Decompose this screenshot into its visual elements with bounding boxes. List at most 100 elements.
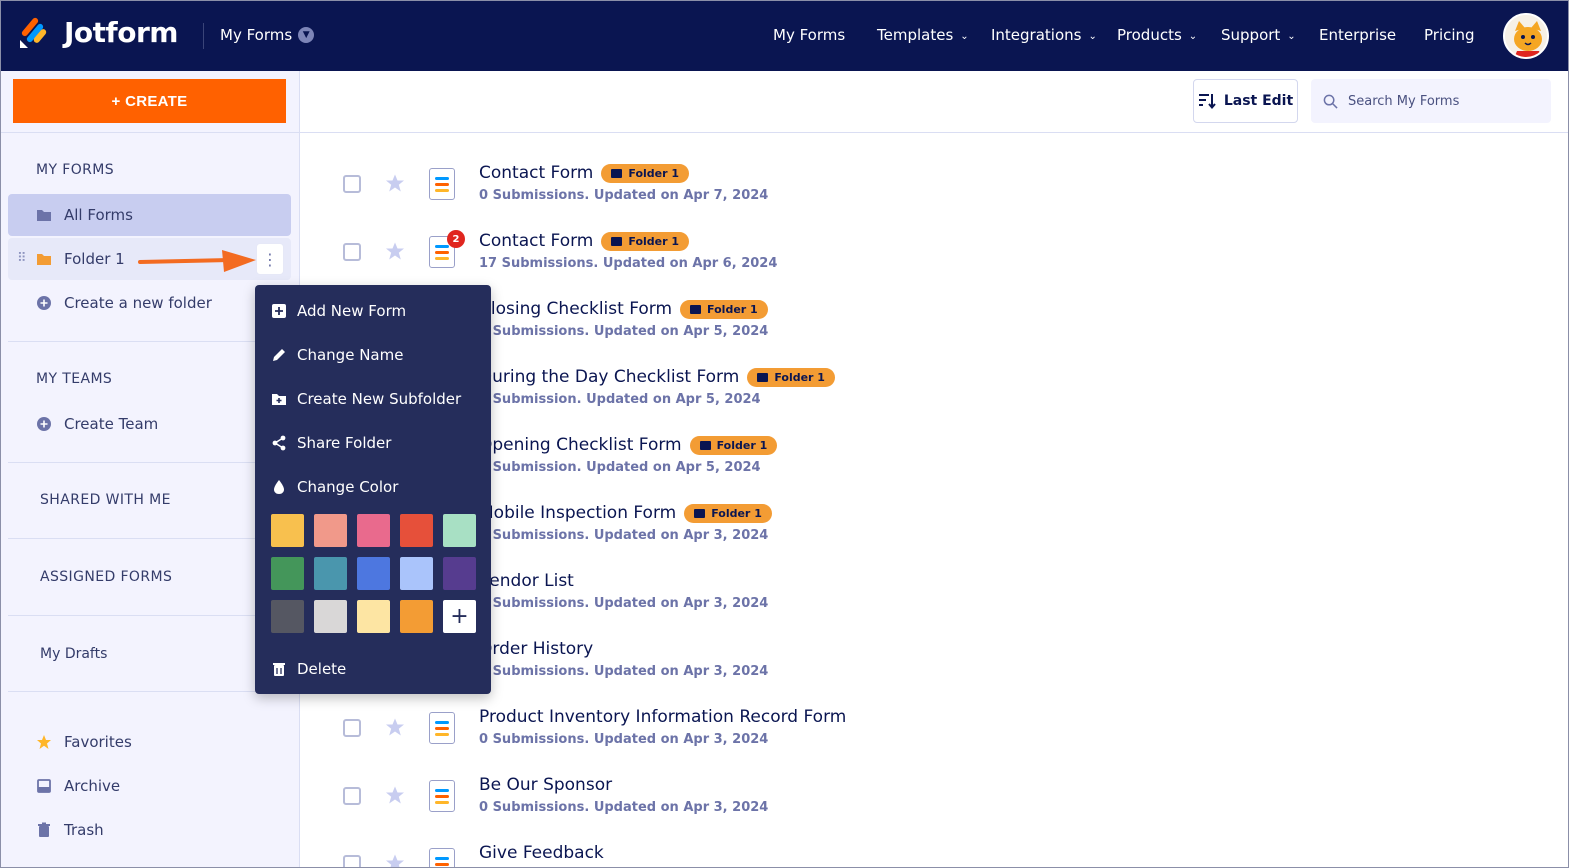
form-checkbox[interactable]	[343, 787, 361, 805]
menu-item-label: Delete	[297, 660, 347, 678]
cat-avatar-icon	[1505, 15, 1547, 57]
star-icon[interactable]	[385, 853, 405, 868]
color-swatch[interactable]	[400, 557, 433, 590]
form-title-text: Product Inventory Information Record For…	[479, 707, 847, 727]
nav-link-my-forms[interactable]: My Forms	[773, 26, 845, 44]
nav-link-enterprise[interactable]: Enterprise	[1319, 26, 1396, 44]
color-swatch[interactable]	[357, 514, 390, 547]
folder-tag[interactable]: Folder 1	[680, 299, 768, 319]
form-title[interactable]: Contact Form Folder 1	[479, 163, 690, 183]
nav-link-products[interactable]: Products ⌄	[1117, 26, 1197, 44]
color-swatch[interactable]	[314, 557, 347, 590]
color-swatch[interactable]	[400, 600, 433, 633]
sidebar-item-all-forms[interactable]: All Forms	[8, 194, 291, 236]
star-icon[interactable]	[385, 241, 405, 261]
nav-link-label: Enterprise	[1319, 26, 1397, 44]
drag-handle-icon[interactable]: ⠿	[17, 251, 26, 266]
divider	[8, 615, 291, 616]
search-icon	[1323, 94, 1338, 109]
color-swatch[interactable]	[400, 514, 433, 547]
color-swatch[interactable]	[443, 514, 476, 547]
form-title[interactable]: Contact Form Folder 1	[479, 231, 690, 251]
color-swatch[interactable]	[314, 600, 347, 633]
form-title[interactable]: Vendor List	[479, 571, 574, 591]
form-title[interactable]: Product Inventory Information Record For…	[479, 707, 846, 727]
form-meta: 0 Submissions. Updated on Apr 3, 2024	[479, 596, 769, 611]
form-title[interactable]: Order History	[479, 639, 593, 659]
form-icon	[429, 168, 455, 200]
menu-item-create-subfolder[interactable]: Create New Subfolder	[271, 387, 461, 411]
color-swatch[interactable]	[271, 600, 304, 633]
folder-plus-icon	[272, 394, 286, 405]
nav-link-support[interactable]: Support ⌄	[1221, 26, 1296, 44]
folder-icon	[611, 168, 623, 178]
nav-link-pricing[interactable]: Pricing	[1424, 26, 1475, 44]
form-checkbox[interactable]	[343, 175, 361, 193]
form-title-text: Vendor List	[479, 571, 574, 591]
menu-item-label: Change Name	[297, 346, 404, 364]
folder-options-button[interactable]: ⋮	[256, 243, 284, 275]
my-forms-heading: MY FORMS	[36, 162, 115, 178]
star-icon[interactable]	[385, 785, 405, 805]
form-title-text: Opening Checklist Form	[479, 435, 682, 455]
my-drafts-link[interactable]: My Drafts	[40, 646, 107, 662]
form-title[interactable]: Give Feedback	[479, 843, 604, 863]
folder-tag[interactable]: Folder 1	[689, 435, 778, 455]
shared-with-me-link[interactable]: SHARED WITH ME	[40, 492, 171, 508]
nav-link-integrations[interactable]: Integrations ⌄	[991, 26, 1097, 44]
menu-item-delete[interactable]: Delete	[271, 657, 346, 681]
add-form-icon	[272, 304, 286, 318]
create-button[interactable]: + CREATE	[13, 79, 286, 123]
form-meta: 0 Submissions. Updated on Apr 5, 2024	[479, 324, 769, 339]
search-box[interactable]	[1311, 79, 1551, 123]
form-row[interactable]: Product Inventory Information Record For…	[300, 696, 1569, 764]
create-folder-button[interactable]: Create a new folder	[8, 282, 291, 324]
add-color-button[interactable]: +	[443, 600, 476, 633]
menu-item-change-name[interactable]: Change Name	[271, 343, 403, 367]
color-swatch[interactable]	[443, 557, 476, 590]
color-swatch[interactable]	[271, 557, 304, 590]
archive-icon	[37, 779, 51, 793]
create-team-button[interactable]: Create Team	[8, 403, 291, 445]
star-icon[interactable]	[385, 173, 405, 193]
plus-circle-icon	[37, 296, 51, 310]
sidebar-item-trash[interactable]: Trash	[8, 809, 291, 851]
menu-item-add-new-form[interactable]: Add New Form	[271, 299, 406, 323]
form-title[interactable]: Closing Checklist Form Folder 1	[479, 299, 768, 319]
nav-link-label: Integrations	[991, 26, 1082, 44]
menu-item-change-color[interactable]: Change Color	[271, 475, 398, 499]
form-title[interactable]: During the Day Checklist Form Folder 1	[479, 367, 835, 387]
form-checkbox[interactable]	[343, 719, 361, 737]
folder-tag[interactable]: Folder 1	[684, 503, 772, 523]
color-swatch[interactable]	[271, 514, 304, 547]
menu-item-label: Add New Form	[297, 302, 407, 320]
sort-button[interactable]: Last Edit	[1193, 79, 1298, 123]
nav-link-templates[interactable]: Templates ⌄	[877, 26, 969, 44]
form-row[interactable]: Be Our Sponsor 0 Submissions. Updated on …	[300, 764, 1569, 832]
form-title[interactable]: Mobile Inspection Form Folder 1	[479, 503, 772, 523]
toolbar: Last Edit	[300, 71, 1569, 133]
folder-tag[interactable]: Folder 1	[601, 231, 690, 251]
color-swatch[interactable]	[357, 557, 390, 590]
assigned-forms-link[interactable]: ASSIGNED FORMS	[40, 569, 172, 585]
folder-tag[interactable]: Folder 1	[747, 367, 835, 387]
star-icon[interactable]	[385, 717, 405, 737]
form-title[interactable]: Be Our Sponsor	[479, 775, 612, 795]
sidebar-item-archive[interactable]: Archive	[8, 765, 291, 807]
search-input[interactable]	[1348, 93, 1528, 109]
menu-item-share-folder[interactable]: Share Folder	[271, 431, 391, 455]
chevron-down-icon: ⌄	[960, 30, 969, 42]
form-row[interactable]: Give Feedback	[300, 832, 1569, 868]
folder-icon	[694, 508, 706, 518]
form-row[interactable]: 2 Contact Form Folder 1 17 Submissions. Upd…	[300, 220, 1569, 288]
form-checkbox[interactable]	[343, 855, 361, 868]
form-title[interactable]: Opening Checklist Form Folder 1	[479, 435, 778, 455]
form-checkbox[interactable]	[343, 243, 361, 261]
color-swatch[interactable]	[314, 514, 347, 547]
nav-link-label: Pricing	[1424, 26, 1475, 44]
color-swatch[interactable]	[357, 600, 390, 633]
folder-tag[interactable]: Folder 1	[601, 163, 690, 183]
form-row[interactable]: Contact Form Folder 1 0 Submissions. Updat…	[300, 152, 1569, 220]
avatar[interactable]	[1503, 13, 1549, 59]
sidebar-item-favorites[interactable]: Favorites	[8, 721, 291, 763]
